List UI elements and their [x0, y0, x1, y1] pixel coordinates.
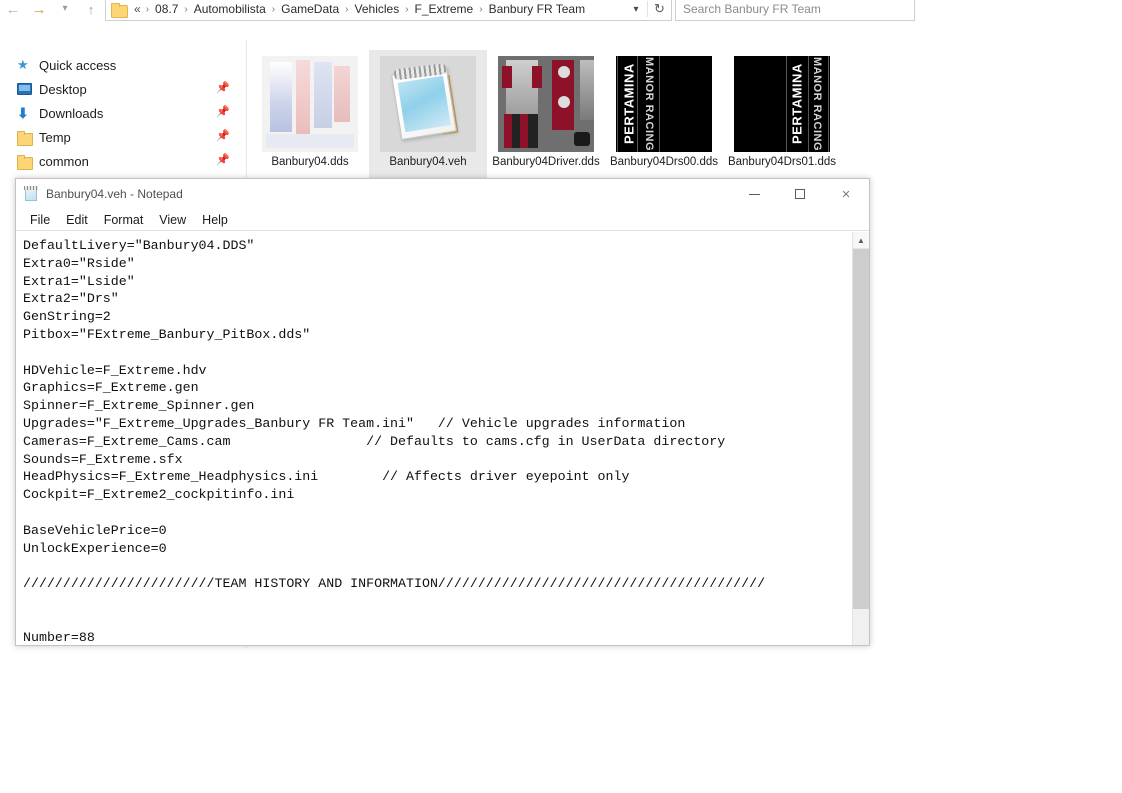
sidebar-item-label: Temp	[39, 129, 71, 145]
pin-icon[interactable]: 📌	[216, 83, 230, 94]
file-item[interactable]: Banbury04.veh	[369, 50, 487, 196]
search-placeholder: Search Banbury FR Team	[683, 2, 821, 16]
menu-item-format[interactable]: Format	[96, 209, 152, 231]
notepad-editor-area: DefaultLivery="Banbury04.DDS" Extra0="Rs…	[16, 232, 869, 645]
text-editor[interactable]: DefaultLivery="Banbury04.DDS" Extra0="Rs…	[16, 232, 852, 645]
window-controls: ×	[731, 179, 869, 209]
file-item[interactable]: PERTAMINA MANOR RACING Banbury04Drs01.dd…	[723, 50, 841, 196]
pin-icon[interactable]: 📌	[216, 107, 230, 118]
sidebar-item-downloads[interactable]: ⬇ Downloads 📌	[0, 101, 246, 125]
menu-item-edit[interactable]: Edit	[58, 209, 96, 231]
breadcrumb-item-5[interactable]: Banbury FR Team	[486, 2, 589, 16]
sponsor-text-primary: PERTAMINA	[789, 63, 805, 145]
file-name: Banbury04Drs00.dds	[609, 156, 719, 168]
thumbnail-notepad-file	[380, 56, 476, 152]
thumbnail-drs-panel: PERTAMINA MANOR RACING	[734, 56, 830, 152]
address-bar[interactable]: « › 08.7 › Automobilista › GameData › Ve…	[105, 0, 672, 21]
file-item[interactable]: PERTAMINA MANOR RACING Banbury04Drs00.dd…	[605, 50, 723, 196]
sidebar-item-label: Quick access	[39, 57, 117, 73]
thumbnail-drs-panel: PERTAMINA MANOR RACING	[616, 56, 712, 152]
minimize-button[interactable]	[731, 179, 777, 209]
sidebar-item-desktop[interactable]: Desktop 📌	[0, 77, 246, 101]
menu-item-help[interactable]: Help	[194, 209, 236, 231]
notepad-menu-bar: File Edit Format View Help	[16, 209, 869, 231]
thumbnail-driver-suit	[498, 56, 594, 152]
breadcrumb-item-4[interactable]: F_Extreme	[412, 2, 477, 16]
breadcrumb-separator: ›	[479, 3, 483, 15]
vertical-scrollbar[interactable]: ▲	[852, 232, 869, 645]
breadcrumb-item-2[interactable]: GameData	[278, 2, 342, 16]
star-pin-icon: ★	[17, 57, 29, 72]
refresh-icon[interactable]: ↻	[647, 1, 671, 17]
breadcrumb-item-0[interactable]: 08.7	[152, 2, 181, 16]
back-icon[interactable]: ←	[0, 0, 26, 24]
notepad-title-bar[interactable]: Banbury04.veh - Notepad ×	[16, 179, 869, 209]
menu-item-view[interactable]: View	[151, 209, 194, 231]
file-name: Banbury04Drs01.dds	[727, 156, 837, 168]
address-dropdown-icon[interactable]: ▾	[625, 4, 647, 15]
scrollbar-thumb[interactable]	[853, 249, 869, 609]
file-item[interactable]: Banbury04.dds	[251, 50, 369, 196]
scroll-up-button[interactable]: ▲	[853, 232, 869, 249]
file-name: Banbury04.dds	[271, 156, 349, 168]
breadcrumb-separator: ›	[271, 3, 276, 15]
breadcrumb-separator: ›	[405, 3, 409, 15]
file-item[interactable]: Banbury04Driver.dds	[487, 50, 605, 196]
breadcrumb: « › 08.7 › Automobilista › GameData › Ve…	[131, 2, 625, 16]
breadcrumb-separator: ›	[345, 3, 349, 15]
sponsor-text-secondary: MANOR RACING	[811, 57, 823, 151]
sidebar-item-common[interactable]: common 📌	[0, 149, 246, 173]
sidebar-item-label: common	[39, 153, 89, 169]
sidebar-item-temp[interactable]: Temp 📌	[0, 125, 246, 149]
menu-item-file[interactable]: File	[22, 209, 58, 231]
notepad-window: Banbury04.veh - Notepad × File Edit Form…	[15, 178, 870, 646]
search-input[interactable]: Search Banbury FR Team	[675, 0, 915, 21]
breadcrumb-item-3[interactable]: Vehicles	[352, 2, 403, 16]
pin-icon[interactable]: 📌	[216, 155, 230, 166]
close-button[interactable]: ×	[823, 179, 869, 209]
desktop-icon	[17, 83, 39, 95]
sidebar-item-quick-access[interactable]: ★ Quick access	[0, 53, 246, 77]
folder-icon	[17, 154, 39, 170]
sidebar-item-label: Desktop	[39, 81, 87, 97]
arrow-up-icon[interactable]: ↑	[78, 0, 104, 24]
sidebar-item-label: Downloads	[39, 105, 104, 121]
file-name: Banbury04Driver.dds	[492, 156, 600, 168]
folder-icon	[111, 2, 128, 18]
pin-icon[interactable]: 📌	[216, 131, 230, 142]
breadcrumb-overflow[interactable]: «	[131, 2, 143, 16]
screen: ← → ▾ ↑ « › 08.7 › Automobilista › GameD…	[0, 0, 1122, 793]
breadcrumb-item-1[interactable]: Automobilista	[191, 2, 269, 16]
window-title: Banbury04.veh - Notepad	[46, 187, 183, 201]
address-bar-controls: ▾ ↻	[625, 1, 671, 17]
forward-icon[interactable]: →	[26, 0, 52, 24]
sponsor-text-primary: PERTAMINA	[621, 63, 637, 145]
sponsor-text-secondary: MANOR RACING	[643, 57, 655, 151]
folder-icon	[17, 130, 39, 146]
notepad-icon	[24, 186, 40, 202]
maximize-button[interactable]	[777, 179, 823, 209]
chevron-down-icon[interactable]: ▾	[52, 0, 78, 24]
breadcrumb-separator: ›	[145, 3, 150, 15]
breadcrumb-separator: ›	[184, 3, 188, 15]
file-name: Banbury04.veh	[389, 156, 467, 168]
thumbnail-livery	[262, 56, 358, 152]
explorer-navigation-bar: ← → ▾ ↑ « › 08.7 › Automobilista › GameD…	[0, 0, 915, 30]
download-arrow-icon: ⬇	[17, 105, 29, 121]
